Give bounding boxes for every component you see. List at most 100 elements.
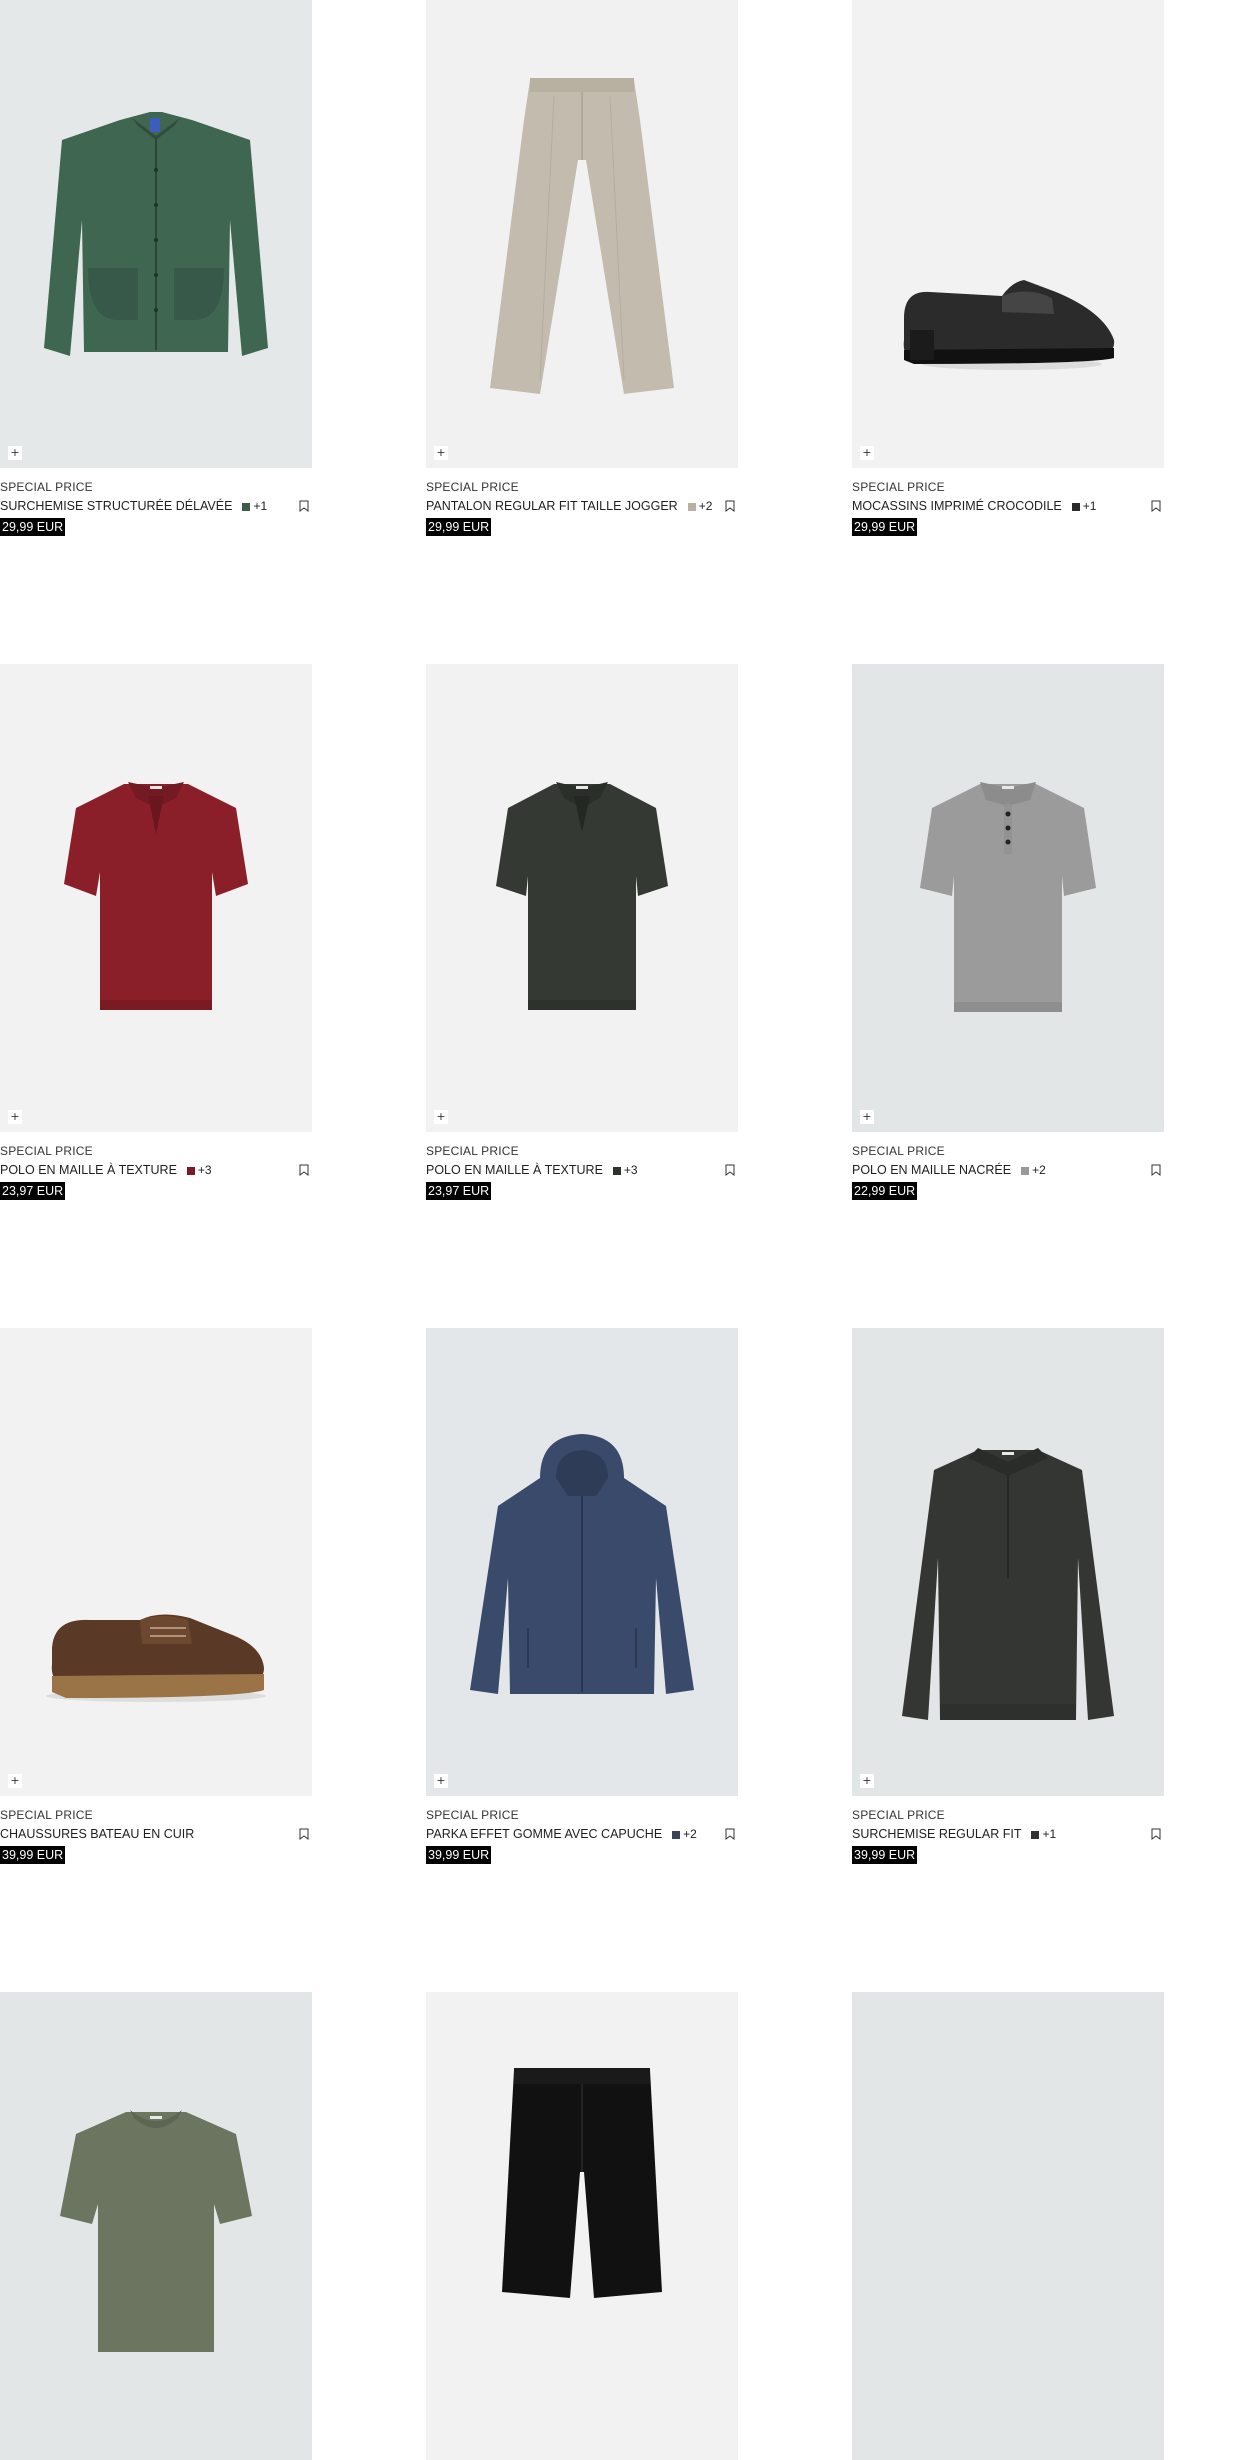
product-price: 22,99 EUR [852,1182,918,1200]
product-card[interactable]: + SPECIAL PRICE PANTALON REGULAR FIT TAI… [426,0,738,550]
green-overshirt-image [44,112,268,356]
bookmark-icon[interactable] [298,1827,310,1841]
special-price-badge: SPECIAL PRICE [852,1808,945,1822]
product-image[interactable]: + [426,664,738,1132]
special-price-badge: SPECIAL PRICE [0,1144,93,1158]
product-name-row: MOCASSINS IMPRIMÉ CROCODILE +1 [852,499,1164,514]
bookmark-icon[interactable] [724,499,736,513]
special-price-badge: SPECIAL PRICE [426,1144,519,1158]
product-card[interactable]: + SPECIAL PRICE SURCHEMISE REGULAR FIT +… [852,1328,1164,1878]
product-info: SPECIAL PRICE MOCASSINS IMPRIMÉ CROCODIL… [852,468,1164,550]
color-swatch[interactable] [612,1166,621,1175]
product-name-link[interactable]: PANTALON REGULAR FIT TAILLE JOGGER [426,499,678,514]
product-card[interactable]: + SPECIAL PRICE PARKA EFFET GOMME AVEC C… [426,1328,738,1878]
black-overshirt-image [902,1448,1114,1720]
special-price-badge: SPECIAL PRICE [0,1808,93,1822]
more-colors-count[interactable]: +3 [198,1163,212,1178]
product-name-row: SURCHEMISE REGULAR FIT +1 [852,1827,1164,1842]
bookmark-icon[interactable] [724,1827,736,1841]
product-card[interactable] [426,1992,738,2460]
color-swatch[interactable] [242,502,251,511]
product-price: 29,99 EUR [0,518,66,536]
product-card[interactable]: + SPECIAL PRICE POLO EN MAILLE À TEXTURE… [0,664,312,1214]
plus-icon[interactable]: + [860,1110,874,1124]
product-image[interactable]: + [426,0,738,468]
plus-icon[interactable]: + [8,446,22,460]
olive-tshirt-image [60,2110,252,2352]
more-colors-count[interactable]: +2 [1032,1163,1046,1178]
plus-icon[interactable]: + [434,1774,448,1788]
product-info: SPECIAL PRICE POLO EN MAILLE À TEXTURE +… [426,1132,738,1214]
bookmark-icon[interactable] [1150,1827,1162,1841]
product-price: 29,99 EUR [426,518,492,536]
product-info: SPECIAL PRICE POLO EN MAILLE NACRÉE +2 2… [852,1132,1164,1214]
navy-parka-image [470,1434,694,1694]
product-name-link[interactable]: PARKA EFFET GOMME AVEC CAPUCHE [426,1827,662,1842]
brown-boat-shoe-image [46,1614,266,1702]
product-name-link[interactable]: MOCASSINS IMPRIMÉ CROCODILE [852,499,1062,514]
bookmark-icon[interactable] [724,1163,736,1177]
product-name-row: POLO EN MAILLE À TEXTURE +3 [0,1163,312,1178]
bookmark-icon[interactable] [298,499,310,513]
product-info: SPECIAL PRICE POLO EN MAILLE À TEXTURE +… [0,1132,312,1214]
product-name-row: PARKA EFFET GOMME AVEC CAPUCHE +2 [426,1827,738,1842]
product-card[interactable]: + SPECIAL PRICE POLO EN MAILLE À TEXTURE… [426,664,738,1214]
plus-icon[interactable]: + [434,446,448,460]
product-image[interactable]: + [852,664,1164,1132]
plus-icon[interactable]: + [8,1774,22,1788]
product-image[interactable]: + [0,1328,312,1796]
product-price: 29,99 EUR [852,518,918,536]
plus-icon[interactable]: + [8,1110,22,1124]
product-image[interactable]: + [852,0,1164,468]
product-name-link[interactable]: POLO EN MAILLE À TEXTURE [0,1163,177,1178]
product-card[interactable] [0,1992,312,2460]
product-name-link[interactable]: POLO EN MAILLE À TEXTURE [426,1163,603,1178]
color-swatch[interactable] [1071,502,1080,511]
product-image[interactable] [426,1992,738,2460]
bookmark-icon[interactable] [1150,1163,1162,1177]
more-colors-count[interactable]: +1 [253,499,267,514]
color-swatch[interactable] [687,502,696,511]
color-swatch[interactable] [1031,1830,1040,1839]
product-card[interactable] [852,1992,1164,2460]
more-colors-count[interactable]: +2 [699,499,713,514]
more-colors-count[interactable]: +2 [683,1827,697,1842]
product-name-link[interactable]: SURCHEMISE REGULAR FIT [852,1827,1021,1842]
plus-icon[interactable]: + [860,1774,874,1788]
black-shorts-image [502,2068,662,2298]
product-card[interactable]: + SPECIAL PRICE CHAUSSURES BATEAU EN CUI… [0,1328,312,1878]
color-swatch[interactable] [1021,1166,1030,1175]
dark-green-polo-image [496,782,668,1010]
more-colors-count[interactable]: +3 [624,1163,638,1178]
product-image[interactable]: + [0,0,312,468]
product-card[interactable]: + SPECIAL PRICE MOCASSINS IMPRIMÉ CROCOD… [852,0,1164,550]
product-card[interactable]: + SPECIAL PRICE POLO EN MAILLE NACRÉE +2… [852,664,1164,1214]
color-swatch[interactable] [672,1830,681,1839]
product-image[interactable]: + [0,664,312,1132]
product-name-row: CHAUSSURES BATEAU EN CUIR [0,1827,312,1842]
product-info: SPECIAL PRICE PARKA EFFET GOMME AVEC CAP… [426,1796,738,1878]
black-loafer-image [903,280,1115,370]
product-name-row: PANTALON REGULAR FIT TAILLE JOGGER +2 [426,499,738,514]
bookmark-icon[interactable] [298,1163,310,1177]
product-image[interactable]: + [852,1328,1164,1796]
product-name-link[interactable]: SURCHEMISE STRUCTURÉE DÉLAVÉE [0,499,232,514]
color-swatch[interactable] [186,1166,195,1175]
product-name-link[interactable]: POLO EN MAILLE NACRÉE [852,1163,1011,1178]
product-image[interactable] [0,1992,312,2460]
product-image[interactable] [852,1992,1164,2460]
product-name-link[interactable]: CHAUSSURES BATEAU EN CUIR [0,1827,194,1842]
plus-icon[interactable]: + [860,446,874,460]
product-info: SPECIAL PRICE PANTALON REGULAR FIT TAILL… [426,468,738,550]
product-info: SPECIAL PRICE CHAUSSURES BATEAU EN CUIR … [0,1796,312,1878]
more-colors-count[interactable]: +1 [1042,1827,1056,1842]
product-price: 39,99 EUR [0,1846,66,1864]
plus-icon[interactable]: + [434,1110,448,1124]
product-card[interactable]: + SPECIAL PRICE SURCHEMISE STRUCTURÉE DÉ… [0,0,312,550]
more-colors-count[interactable]: +1 [1083,499,1097,514]
special-price-badge: SPECIAL PRICE [426,480,519,494]
bookmark-icon[interactable] [1150,499,1162,513]
empty-product-image [852,1992,1164,2460]
product-image[interactable]: + [426,1328,738,1796]
product-price: 39,99 EUR [852,1846,918,1864]
